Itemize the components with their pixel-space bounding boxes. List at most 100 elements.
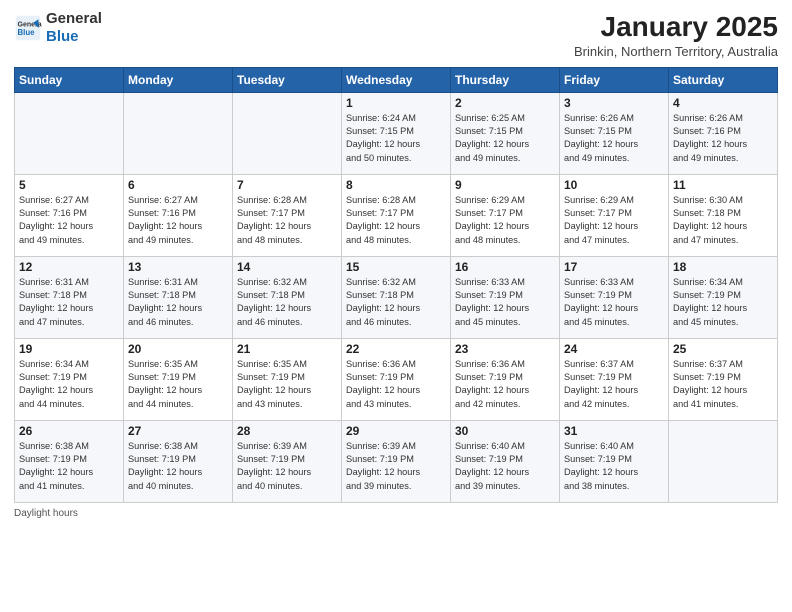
day-info: Sunrise: 6:31 AM Sunset: 7:18 PM Dayligh… (19, 276, 119, 329)
calendar-cell: 16Sunrise: 6:33 AM Sunset: 7:19 PM Dayli… (451, 256, 560, 338)
day-number: 14 (237, 260, 337, 274)
calendar-cell: 9 Sunrise: 6:29 AM Sunset: 7:17 PM Daylig… (451, 174, 560, 256)
calendar-cell: 28 Sunrise: 6:39 AM Sunset: 7:19 PM Dayli… (233, 420, 342, 502)
day-number: 11 (673, 178, 773, 192)
day-info: Sunrise: 6:25 AM Sunset: 7:15 PM Dayligh… (455, 112, 555, 165)
calendar-cell: 12 Sunrise: 6:31 AM Sunset: 7:18 PM Dayli… (15, 256, 124, 338)
day-info: Sunrise: 6:34 AM Sunset: 7:19 PM Dayligh… (673, 276, 773, 329)
day-number: 26 (19, 424, 119, 438)
calendar-cell: 4Sunrise: 6:26 AM Sunset: 7:16 PM Daylig… (669, 92, 778, 174)
calendar-cell: 14 Sunrise: 6:32 AM Sunset: 7:18 PM Dayli… (233, 256, 342, 338)
calendar-cell: 30 Sunrise: 6:40 AM Sunset: 7:19 PM Dayli… (451, 420, 560, 502)
day-number: 22 (346, 342, 446, 356)
day-number: 13 (128, 260, 228, 274)
day-info: Sunrise: 6:38 AM Sunset: 7:19 PM Dayligh… (19, 440, 119, 493)
day-number: 31 (564, 424, 664, 438)
day-info: Sunrise: 6:36 AM Sunset: 7:19 PM Dayligh… (346, 358, 446, 411)
calendar-week-1: 1 Sunrise: 6:24 AM Sunset: 7:15 PM Daylig… (15, 92, 778, 174)
calendar-cell: 27Sunrise: 6:38 AM Sunset: 7:19 PM Dayli… (124, 420, 233, 502)
day-info: Sunrise: 6:28 AM Sunset: 7:17 PM Dayligh… (237, 194, 337, 247)
day-info: Sunrise: 6:27 AM Sunset: 7:16 PM Dayligh… (19, 194, 119, 247)
logo-blue: Blue (46, 28, 102, 46)
calendar-cell: 31 Sunrise: 6:40 AM Sunset: 7:19 PM Dayli… (560, 420, 669, 502)
day-number: 12 (19, 260, 119, 274)
calendar-header: SundayMondayTuesdayWednesdayThursdayFrid… (15, 67, 778, 92)
day-info: Sunrise: 6:26 AM Sunset: 7:16 PM Dayligh… (673, 112, 773, 165)
calendar-cell: 11 Sunrise: 6:30 AM Sunset: 7:18 PM Dayli… (669, 174, 778, 256)
day-info: Sunrise: 6:33 AM Sunset: 7:19 PM Dayligh… (564, 276, 664, 329)
day-info: Sunrise: 6:40 AM Sunset: 7:19 PM Dayligh… (455, 440, 555, 493)
day-header-monday: Monday (124, 67, 233, 92)
day-info: Sunrise: 6:29 AM Sunset: 7:17 PM Dayligh… (455, 194, 555, 247)
calendar-cell: 26 Sunrise: 6:38 AM Sunset: 7:19 PM Dayli… (15, 420, 124, 502)
day-number: 18 (673, 260, 773, 274)
calendar-cell: 10Sunrise: 6:29 AM Sunset: 7:17 PM Dayli… (560, 174, 669, 256)
day-number: 3 (564, 96, 664, 110)
day-info: Sunrise: 6:30 AM Sunset: 7:18 PM Dayligh… (673, 194, 773, 247)
logo-general: General (46, 10, 102, 28)
day-header-friday: Friday (560, 67, 669, 92)
day-number: 2 (455, 96, 555, 110)
calendar-cell: 19Sunrise: 6:34 AM Sunset: 7:19 PM Dayli… (15, 338, 124, 420)
svg-text:Blue: Blue (18, 28, 36, 37)
day-header-tuesday: Tuesday (233, 67, 342, 92)
calendar-cell: 8 Sunrise: 6:28 AM Sunset: 7:17 PM Daylig… (342, 174, 451, 256)
day-number: 23 (455, 342, 555, 356)
day-header-thursday: Thursday (451, 67, 560, 92)
calendar-cell (233, 92, 342, 174)
logo-icon: General Blue (14, 14, 42, 42)
location-subtitle: Brinkin, Northern Territory, Australia (574, 44, 778, 59)
day-header-sunday: Sunday (15, 67, 124, 92)
day-info: Sunrise: 6:39 AM Sunset: 7:19 PM Dayligh… (346, 440, 446, 493)
day-info: Sunrise: 6:26 AM Sunset: 7:15 PM Dayligh… (564, 112, 664, 165)
day-info: Sunrise: 6:39 AM Sunset: 7:19 PM Dayligh… (237, 440, 337, 493)
day-number: 9 (455, 178, 555, 192)
day-info: Sunrise: 6:35 AM Sunset: 7:19 PM Dayligh… (128, 358, 228, 411)
calendar-cell (669, 420, 778, 502)
day-info: Sunrise: 6:32 AM Sunset: 7:18 PM Dayligh… (346, 276, 446, 329)
day-info: Sunrise: 6:24 AM Sunset: 7:15 PM Dayligh… (346, 112, 446, 165)
calendar-cell (15, 92, 124, 174)
day-header-saturday: Saturday (669, 67, 778, 92)
calendar-cell: 25Sunrise: 6:37 AM Sunset: 7:19 PM Dayli… (669, 338, 778, 420)
day-number: 21 (237, 342, 337, 356)
calendar-cell: 22 Sunrise: 6:36 AM Sunset: 7:19 PM Dayli… (342, 338, 451, 420)
day-number: 8 (346, 178, 446, 192)
logo-text: General Blue (46, 10, 102, 46)
calendar-cell: 5Sunrise: 6:27 AM Sunset: 7:16 PM Daylig… (15, 174, 124, 256)
day-info: Sunrise: 6:28 AM Sunset: 7:17 PM Dayligh… (346, 194, 446, 247)
day-info: Sunrise: 6:29 AM Sunset: 7:17 PM Dayligh… (564, 194, 664, 247)
calendar-cell: 2 Sunrise: 6:25 AM Sunset: 7:15 PM Daylig… (451, 92, 560, 174)
day-number: 20 (128, 342, 228, 356)
calendar-week-4: 19Sunrise: 6:34 AM Sunset: 7:19 PM Dayli… (15, 338, 778, 420)
footer-label: Daylight hours (14, 508, 78, 519)
day-info: Sunrise: 6:38 AM Sunset: 7:19 PM Dayligh… (128, 440, 228, 493)
calendar-cell: 21 Sunrise: 6:35 AM Sunset: 7:19 PM Dayli… (233, 338, 342, 420)
calendar-cell: 7 Sunrise: 6:28 AM Sunset: 7:17 PM Daylig… (233, 174, 342, 256)
day-number: 6 (128, 178, 228, 192)
calendar-cell: 17Sunrise: 6:33 AM Sunset: 7:19 PM Dayli… (560, 256, 669, 338)
day-info: Sunrise: 6:27 AM Sunset: 7:16 PM Dayligh… (128, 194, 228, 247)
calendar-cell: 1 Sunrise: 6:24 AM Sunset: 7:15 PM Daylig… (342, 92, 451, 174)
calendar-cell: 3 Sunrise: 6:26 AM Sunset: 7:15 PM Daylig… (560, 92, 669, 174)
day-info: Sunrise: 6:32 AM Sunset: 7:18 PM Dayligh… (237, 276, 337, 329)
day-info: Sunrise: 6:36 AM Sunset: 7:19 PM Dayligh… (455, 358, 555, 411)
day-number: 1 (346, 96, 446, 110)
calendar-cell: 15 Sunrise: 6:32 AM Sunset: 7:18 PM Dayli… (342, 256, 451, 338)
calendar-cell: 6 Sunrise: 6:27 AM Sunset: 7:16 PM Daylig… (124, 174, 233, 256)
title-block: January 2025 Brinkin, Northern Territory… (574, 10, 778, 59)
calendar-cell: 18 Sunrise: 6:34 AM Sunset: 7:19 PM Dayli… (669, 256, 778, 338)
day-number: 28 (237, 424, 337, 438)
day-info: Sunrise: 6:40 AM Sunset: 7:19 PM Dayligh… (564, 440, 664, 493)
day-number: 15 (346, 260, 446, 274)
day-number: 29 (346, 424, 446, 438)
day-info: Sunrise: 6:35 AM Sunset: 7:19 PM Dayligh… (237, 358, 337, 411)
day-number: 7 (237, 178, 337, 192)
day-number: 30 (455, 424, 555, 438)
calendar-footer: Daylight hours (14, 508, 778, 519)
month-title: January 2025 (574, 10, 778, 44)
day-info: Sunrise: 6:37 AM Sunset: 7:19 PM Dayligh… (564, 358, 664, 411)
calendar-cell: 29 Sunrise: 6:39 AM Sunset: 7:19 PM Dayli… (342, 420, 451, 502)
calendar-cell: 23 Sunrise: 6:36 AM Sunset: 7:19 PM Dayli… (451, 338, 560, 420)
day-info: Sunrise: 6:37 AM Sunset: 7:19 PM Dayligh… (673, 358, 773, 411)
